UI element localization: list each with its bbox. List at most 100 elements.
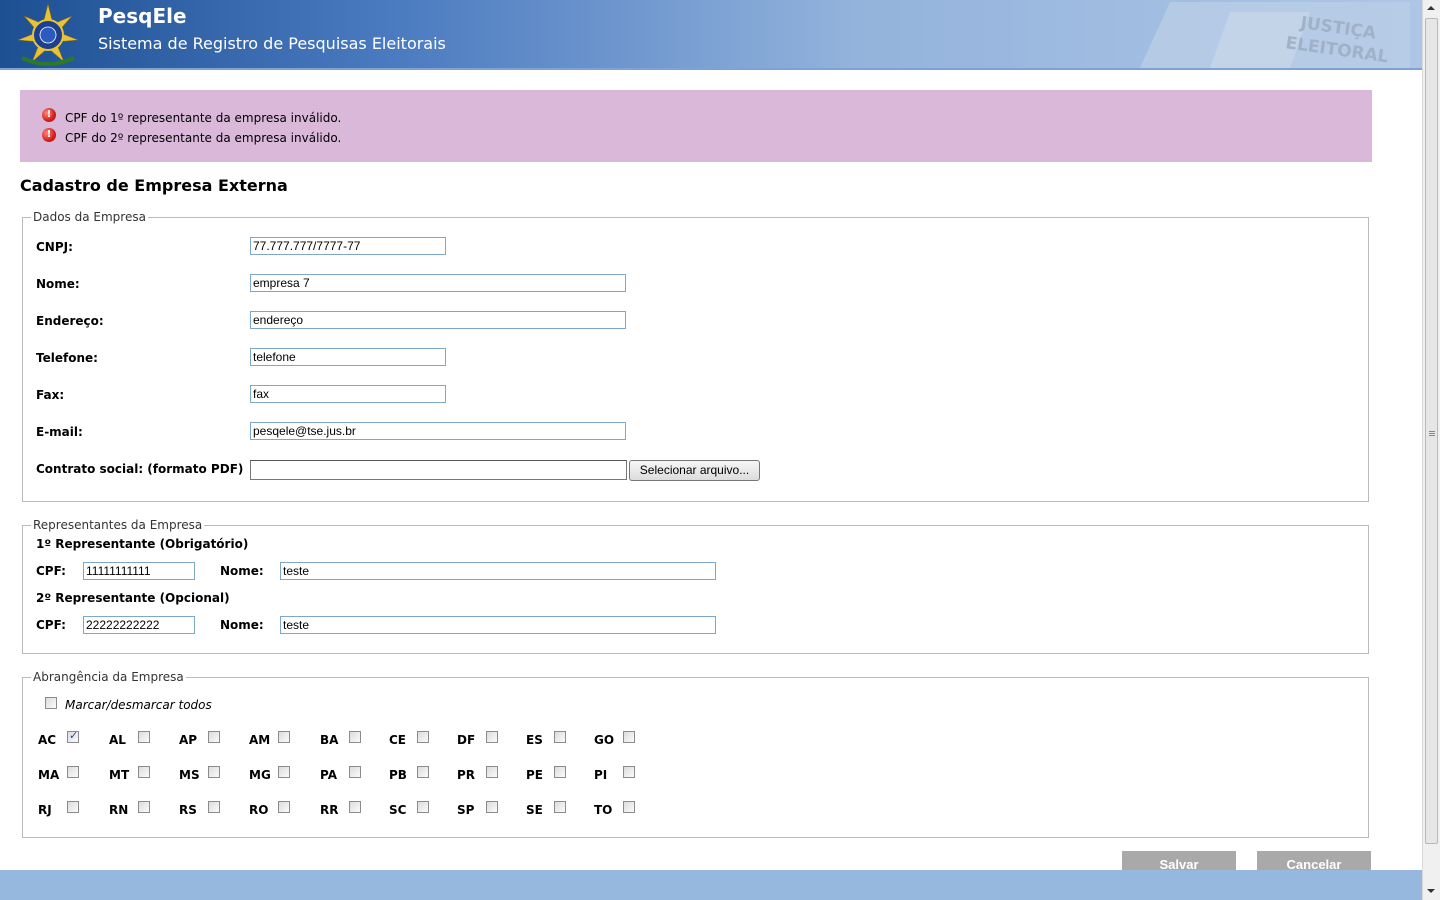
rep2-cpf-label: CPF: — [36, 618, 66, 632]
state-label-rn: RN — [109, 803, 129, 817]
rep2-title: 2º Representante (Opcional) — [36, 591, 230, 605]
contrato-label: Contrato social: (formato PDF) — [36, 462, 244, 476]
state-checkbox-sp[interactable] — [486, 801, 498, 813]
brasao-logo — [17, 3, 79, 66]
state-label-pr: PR — [457, 768, 476, 782]
save-button[interactable]: Salvar — [1122, 851, 1236, 870]
page-footer — [0, 870, 1422, 900]
justica-eleitoral-stamp: JUSTIÇA ELEITORAL — [1140, 2, 1410, 68]
state-label-rs: RS — [179, 803, 197, 817]
state-label-am: AM — [249, 733, 271, 747]
telefone-input[interactable]: telefone — [250, 348, 446, 366]
cnpj-input[interactable]: 77.777.777/7777-77 — [250, 237, 446, 255]
endereco-label: Endereço: — [36, 314, 104, 328]
scrollbar-thumb[interactable] — [1425, 18, 1438, 844]
state-checkbox-pb[interactable] — [417, 766, 429, 778]
state-label-ro: RO — [249, 803, 269, 817]
state-checkbox-al[interactable] — [138, 731, 150, 743]
state-checkbox-go[interactable] — [623, 731, 635, 743]
rep2-cpf-input[interactable]: 22222222222 — [83, 616, 195, 634]
state-label-ba: BA — [320, 733, 339, 747]
state-checkbox-rs[interactable] — [208, 801, 220, 813]
rep1-nome-label: Nome: — [220, 564, 264, 578]
state-label-ap: AP — [179, 733, 198, 747]
state-label-to: TO — [594, 803, 613, 817]
page-title: Cadastro de Empresa Externa — [20, 176, 288, 195]
state-label-se: SE — [526, 803, 543, 817]
state-label-sp: SP — [457, 803, 475, 817]
fax-label: Fax: — [36, 388, 65, 402]
state-checkbox-rn[interactable] — [138, 801, 150, 813]
state-label-sc: SC — [389, 803, 407, 817]
cancel-button[interactable]: Cancelar — [1257, 851, 1371, 870]
rep2-nome-input[interactable]: teste — [280, 616, 716, 634]
state-checkbox-ms[interactable] — [208, 766, 220, 778]
select-file-button[interactable]: Selecionar arquivo... — [629, 460, 760, 481]
state-checkbox-ba[interactable] — [349, 731, 361, 743]
state-label-es: ES — [526, 733, 543, 747]
state-checkbox-pr[interactable] — [486, 766, 498, 778]
state-checkbox-df[interactable] — [486, 731, 498, 743]
rep2-nome-label: Nome: — [220, 618, 264, 632]
error-messages-panel: ! CPF do 1º representante da empresa inv… — [20, 90, 1372, 162]
state-label-mt: MT — [109, 768, 130, 782]
telefone-label: Telefone: — [36, 351, 98, 365]
state-label-rj: RJ — [38, 803, 52, 817]
toggle-all-checkbox[interactable] — [45, 697, 57, 709]
state-label-ac: AC — [38, 733, 57, 747]
fax-input[interactable]: fax — [250, 385, 446, 403]
email-input[interactable]: pesqele@tse.jus.br — [250, 422, 626, 440]
state-checkbox-ma[interactable] — [67, 766, 79, 778]
representantes-legend: Representantes da Empresa — [33, 518, 203, 532]
rep1-nome-input[interactable]: teste — [280, 562, 716, 580]
state-label-al: AL — [109, 733, 126, 747]
state-label-df: DF — [457, 733, 476, 747]
state-checkbox-se[interactable] — [554, 801, 566, 813]
state-checkbox-mg[interactable] — [278, 766, 290, 778]
abrangencia-legend: Abrangência da Empresa — [33, 670, 184, 684]
state-checkbox-pi[interactable] — [623, 766, 635, 778]
state-checkbox-pa[interactable] — [349, 766, 361, 778]
state-label-pi: PI — [594, 768, 608, 782]
app-header: PesqEle Sistema de Registro de Pesquisas… — [0, 0, 1422, 70]
cnpj-label: CNPJ: — [36, 240, 73, 254]
state-label-pa: PA — [320, 768, 337, 782]
rep1-cpf-label: CPF: — [36, 564, 66, 578]
rep1-cpf-input[interactable]: 11111111111 — [83, 562, 195, 580]
contrato-file-input[interactable] — [250, 460, 627, 480]
state-checkbox-ap[interactable] — [208, 731, 220, 743]
state-checkbox-ro[interactable] — [278, 801, 290, 813]
state-checkbox-mt[interactable] — [138, 766, 150, 778]
error-message: CPF do 2º representante da empresa invál… — [65, 131, 342, 145]
state-checkbox-pe[interactable] — [554, 766, 566, 778]
state-checkbox-es[interactable] — [554, 731, 566, 743]
nome-input[interactable]: empresa 7 — [250, 274, 626, 292]
state-label-pe: PE — [526, 768, 543, 782]
state-checkbox-rr[interactable] — [349, 801, 361, 813]
app-subtitle: Sistema de Registro de Pesquisas Eleitor… — [98, 34, 446, 53]
scroll-down-arrow-icon[interactable] — [1423, 883, 1440, 900]
dados-empresa-fieldset: Dados da Empresa — [22, 210, 1369, 502]
vertical-scrollbar[interactable] — [1422, 0, 1440, 900]
state-checkbox-to[interactable] — [623, 801, 635, 813]
toggle-all-label: Marcar/desmarcar todos — [65, 698, 212, 712]
state-checkbox-rj[interactable] — [67, 801, 79, 813]
state-checkbox-am[interactable] — [278, 731, 290, 743]
abrangencia-fieldset: Abrangência da Empresa — [22, 670, 1369, 838]
dados-empresa-legend: Dados da Empresa — [33, 210, 146, 224]
app-name: PesqEle — [98, 4, 187, 28]
checkmark-icon: ✓ — [69, 729, 79, 742]
state-label-mg: MG — [249, 768, 271, 782]
nome-label: Nome: — [36, 277, 80, 291]
state-checkbox-ce[interactable] — [417, 731, 429, 743]
state-label-ce: CE — [389, 733, 407, 747]
state-label-pb: PB — [389, 768, 407, 782]
rep1-title: 1º Representante (Obrigatório) — [36, 537, 249, 551]
state-label-go: GO — [594, 733, 615, 747]
endereco-input[interactable]: endereço — [250, 311, 626, 329]
state-checkbox-sc[interactable] — [417, 801, 429, 813]
state-label-ma: MA — [38, 768, 60, 782]
error-icon: ! — [42, 108, 56, 122]
scroll-up-arrow-icon[interactable] — [1423, 0, 1440, 17]
state-checkbox-ac[interactable]: ✓ — [67, 729, 79, 743]
